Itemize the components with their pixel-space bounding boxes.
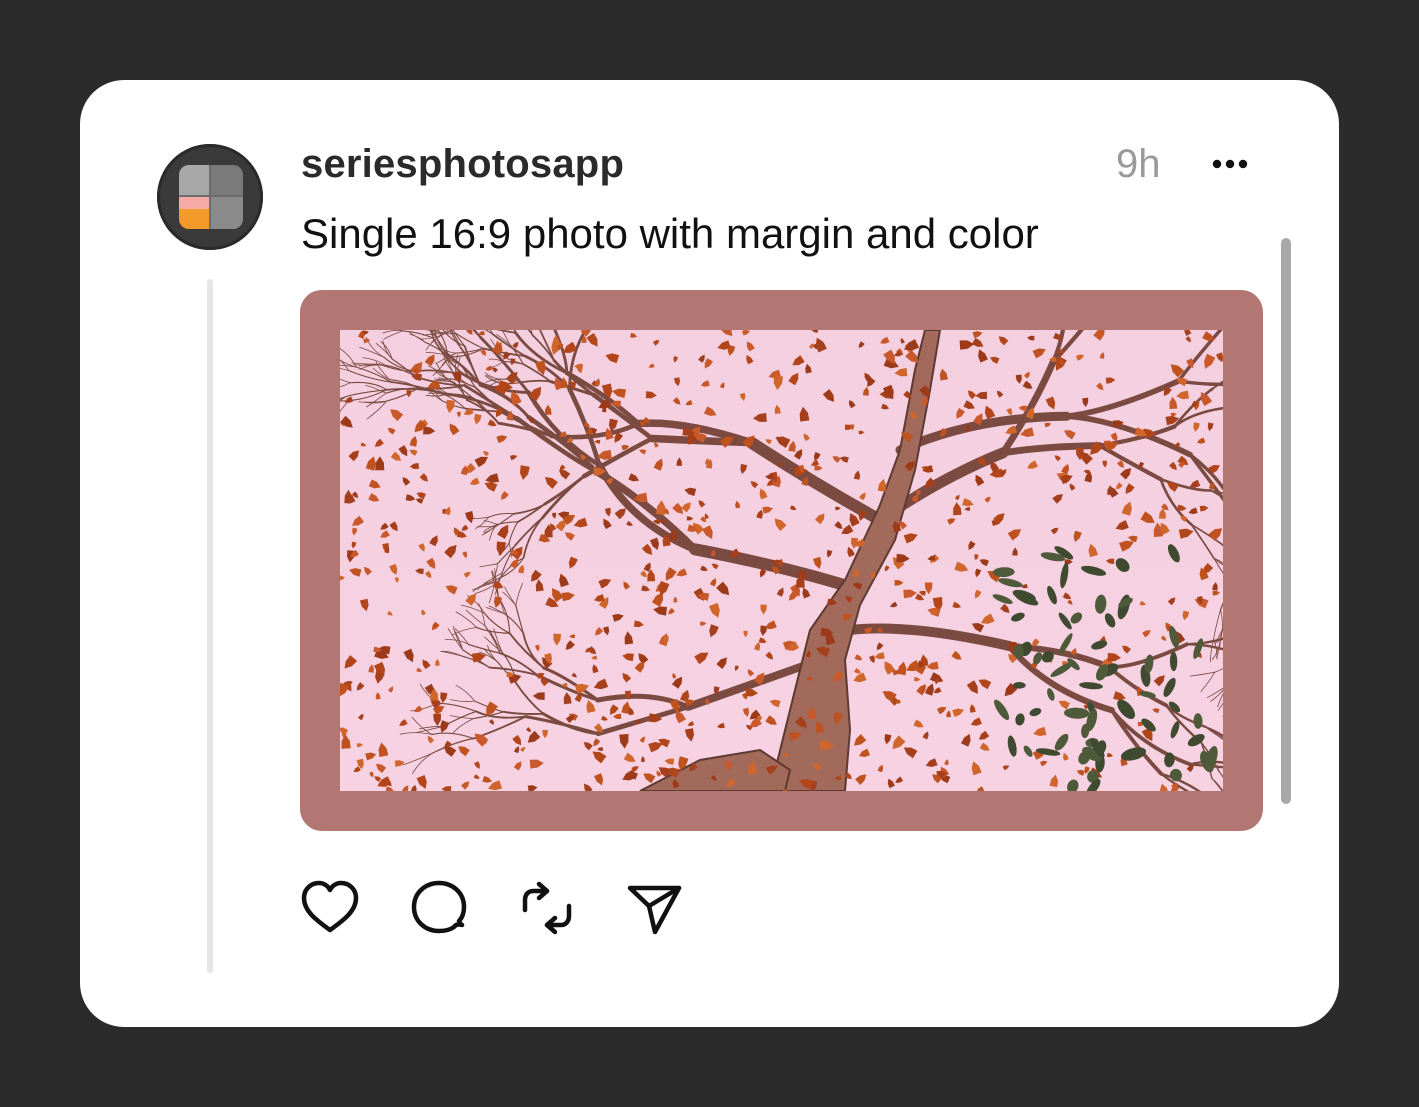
more-options-icon[interactable] [1200, 148, 1260, 182]
timestamp: 9h [1116, 142, 1161, 186]
post-card: seriesphotosapp 9h Single 16:9 photo wit… [80, 80, 1339, 1027]
comment-bubble-icon[interactable] [409, 878, 469, 938]
send-icon[interactable] [625, 878, 685, 938]
app-logo-icon [179, 165, 243, 229]
thread-line [207, 279, 213, 973]
photo-frame[interactable] [300, 290, 1263, 831]
scrollbar[interactable] [1281, 238, 1291, 804]
avatar[interactable] [157, 144, 263, 250]
repost-icon[interactable] [517, 878, 577, 938]
post-photo[interactable] [340, 330, 1223, 791]
autumn-tree-photo [340, 330, 1223, 791]
username[interactable]: seriesphotosapp [301, 140, 624, 188]
post-caption: Single 16:9 photo with margin and color [301, 210, 1039, 257]
heart-icon[interactable] [300, 878, 360, 938]
